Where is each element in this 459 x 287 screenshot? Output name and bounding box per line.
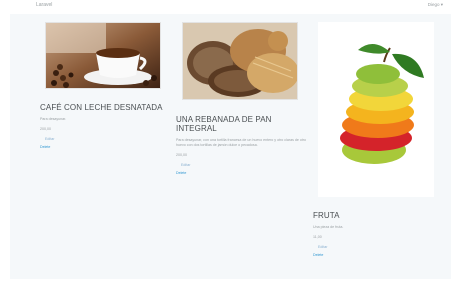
product-card: CAFÉ CON LECHE DESNATADA Para desayunar.…: [40, 22, 170, 149]
delete-link[interactable]: Delete: [313, 253, 443, 257]
delete-link[interactable]: Delete: [40, 145, 170, 149]
product-image: [182, 22, 298, 100]
product-price: 11,00: [313, 235, 322, 239]
coffee-cup-icon: [46, 23, 160, 88]
product-container: CAFÉ CON LECHE DESNATADA Para desayunar.…: [10, 14, 451, 279]
fruit-icon: [318, 22, 434, 197]
navbar: Laravel Diego ▾: [0, 0, 459, 14]
delete-link[interactable]: Delete: [176, 171, 308, 175]
product-image: [45, 22, 161, 89]
product-price: 200,00: [40, 127, 51, 131]
bread-icon: [183, 23, 297, 99]
product-card: FRUTA Una pieza de fruta. 11,00 Editar D…: [313, 22, 443, 257]
user-dropdown[interactable]: Diego ▾: [428, 2, 443, 8]
product-description: Para desayunar.: [40, 117, 67, 121]
product-description: Una pieza de fruta.: [313, 225, 344, 229]
product-description: Para desayunar, con una tortilla frances…: [176, 138, 307, 147]
product-name: FRUTA: [313, 211, 340, 220]
edit-link[interactable]: Editar: [45, 137, 170, 141]
edit-link[interactable]: Editar: [318, 245, 443, 249]
product-card: UNA REBANADA DE PAN INTEGRAL Para desayu…: [176, 22, 308, 175]
product-name: UNA REBANADA DE PAN INTEGRAL: [176, 115, 272, 133]
product-name: CAFÉ CON LECHE DESNATADA: [40, 103, 163, 112]
edit-link[interactable]: Editar: [181, 163, 308, 167]
product-price: 200,00: [176, 153, 187, 157]
product-image: [318, 22, 434, 197]
brand-link[interactable]: Laravel: [36, 2, 52, 8]
